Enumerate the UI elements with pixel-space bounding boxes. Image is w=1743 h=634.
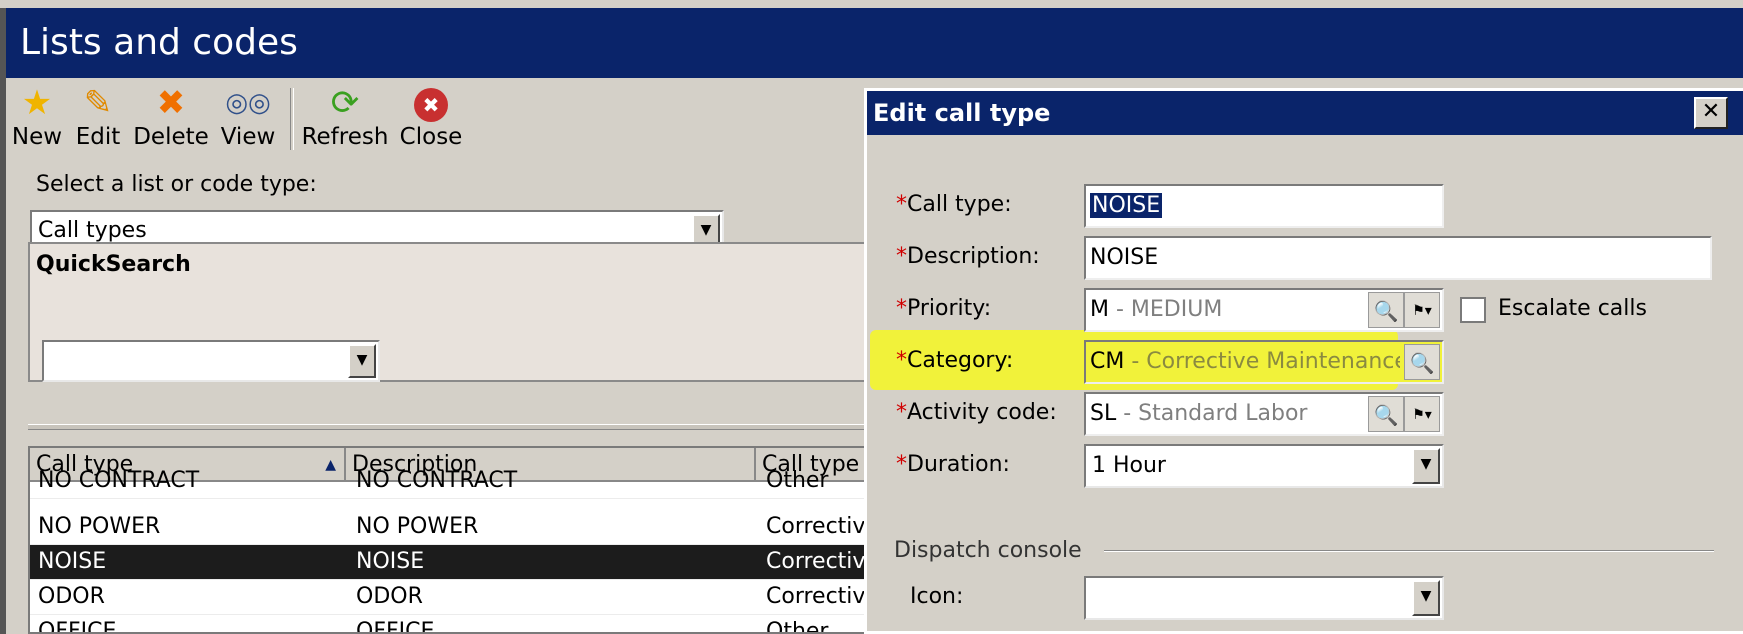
- flag-dropdown-icon[interactable]: ⚑▾: [1404, 396, 1440, 432]
- icon-label: Icon:: [910, 584, 964, 609]
- category-label: *Category:: [896, 348, 1014, 373]
- section-divider: [1104, 550, 1714, 552]
- table-row-selected[interactable]: NOISE NOISE Correctiv: [30, 545, 866, 580]
- quicksearch-select[interactable]: ▼: [42, 340, 380, 382]
- duration-select[interactable]: 1 Hour ▼: [1084, 444, 1444, 488]
- refresh-button[interactable]: ⟳ Refresh: [300, 82, 390, 156]
- table-row[interactable]: ODOR ODOR Correctiv: [30, 580, 866, 615]
- chevron-down-icon[interactable]: ▼: [1412, 580, 1440, 616]
- refresh-icon: ⟳: [330, 83, 360, 123]
- close-icon: ✖: [398, 82, 464, 124]
- dialog-close-button[interactable]: ✕: [1694, 97, 1728, 129]
- binoculars-icon: ◎◎: [225, 88, 271, 118]
- category-lookup[interactable]: CM - Corrective Maintenance 🔍: [1084, 340, 1444, 384]
- delete-button[interactable]: ✖ Delete: [132, 82, 210, 156]
- search-icon[interactable]: 🔍: [1368, 292, 1404, 328]
- search-icon[interactable]: 🔍: [1404, 344, 1440, 380]
- pencil-icon: ✎: [83, 83, 113, 123]
- table-row[interactable]: NO POWER NO POWER Correctiv: [30, 510, 866, 545]
- call-type-label: *Call type:: [896, 192, 1012, 217]
- call-types-grid: Call type ▲ Description Call type NO CON…: [28, 446, 868, 634]
- table-row[interactable]: OFFICE OFFICE Other: [30, 615, 866, 632]
- chevron-down-icon[interactable]: ▼: [348, 344, 376, 378]
- list-type-label: Select a list or code type:: [36, 172, 317, 197]
- search-icon[interactable]: 🔍: [1368, 396, 1404, 432]
- toolbar-separator: [290, 88, 294, 150]
- dispatch-console-section-label: Dispatch console: [894, 538, 1082, 563]
- chevron-down-icon[interactable]: ▼: [1412, 448, 1440, 484]
- activity-code-lookup[interactable]: SL - Standard Labor 🔍 ⚑▾: [1084, 392, 1444, 436]
- escalate-calls-label: Escalate calls: [1498, 296, 1647, 321]
- close-icon: ✕: [1701, 99, 1721, 124]
- duration-label: *Duration:: [896, 452, 1010, 477]
- priority-label: *Priority:: [896, 296, 992, 321]
- dialog-title-bar: Edit call type: [867, 91, 1743, 135]
- splitter[interactable]: [28, 424, 868, 430]
- dialog-title: Edit call type: [873, 99, 1051, 127]
- toolbar: ★ New ✎ Edit ✖ Delete ◎◎ View ⟳ Refresh …: [6, 78, 866, 160]
- call-type-input[interactable]: NOISE: [1084, 184, 1444, 228]
- window-title-bar: Lists and codes: [6, 8, 1743, 78]
- flag-dropdown-icon[interactable]: ⚑▾: [1404, 292, 1440, 328]
- view-button[interactable]: ◎◎ View: [216, 82, 280, 156]
- new-button[interactable]: ★ New: [10, 82, 64, 156]
- delete-x-icon: ✖: [156, 83, 186, 123]
- description-label: *Description:: [896, 244, 1040, 269]
- table-row[interactable]: NO CONTRACT NO CONTRACT Other: [30, 468, 866, 499]
- priority-lookup[interactable]: M - MEDIUM 🔍 ⚑▾: [1084, 288, 1444, 332]
- close-button[interactable]: ✖ Close: [398, 82, 464, 156]
- icon-select[interactable]: ▼: [1084, 576, 1444, 620]
- window-title: Lists and codes: [20, 22, 298, 63]
- quicksearch-title: QuickSearch: [36, 252, 191, 277]
- description-input[interactable]: NOISE: [1084, 236, 1712, 280]
- edit-button[interactable]: ✎ Edit: [70, 82, 126, 156]
- star-icon: ★: [21, 83, 53, 123]
- escalate-calls-checkbox[interactable]: [1460, 297, 1486, 323]
- activity-code-label: *Activity code:: [896, 400, 1057, 425]
